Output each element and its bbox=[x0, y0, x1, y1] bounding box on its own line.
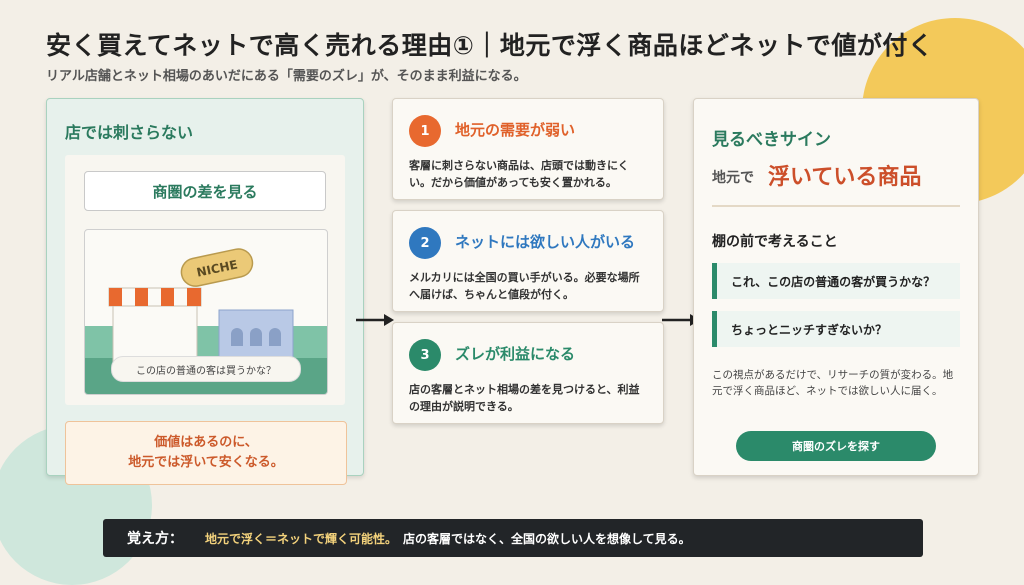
left-inner-card: 商圏の差を見る NICHE この店の普通の客は買うかな？ bbox=[65, 155, 345, 405]
left-note-line1: 価値はあるのに、 bbox=[154, 435, 258, 450]
step-number-badge: 1 bbox=[409, 115, 441, 147]
illustration-caption: この店の普通の客は買うかな？ bbox=[111, 356, 301, 382]
memory-tip-bar: 覚え方： 地元で浮く＝ネットで輝く可能性。 店の客層ではなく、全国の欲しい人を想… bbox=[103, 519, 923, 557]
left-note: 価値はあるのに、 地元では浮いて安くなる。 bbox=[65, 421, 347, 485]
step-number-badge: 3 bbox=[409, 339, 441, 371]
question-box-2: ちょっとニッチすぎないか？ bbox=[712, 311, 960, 347]
left-panel: 店では刺さらない 商圏の差を見る NICHE この店の普通の客は買うかな？ 価値… bbox=[46, 98, 364, 485]
memory-tip-text: 店の客層ではなく、全国の欲しい人を想像して見る。 bbox=[403, 531, 691, 546]
step-title: 地元の需要が弱い bbox=[455, 121, 576, 139]
right-panel: 見るべきサイン 地元で 浮いている商品 棚の前で考えること これ、この店の普通の… bbox=[693, 98, 979, 476]
step-title: ズレが利益になる bbox=[455, 345, 576, 363]
step-body: 客層に刺さらない商品は、店頭では動きにくい。だから価値があっても安く置かれる。 bbox=[409, 159, 629, 189]
divider bbox=[712, 205, 960, 207]
question-box-1: これ、この店の普通の客が買うかな？ bbox=[712, 263, 960, 299]
step-body: 店の客層とネット相場の差を見つけると、利益の理由が説明できる。 bbox=[409, 383, 640, 413]
signs-heading: 見るべきサイン bbox=[712, 130, 831, 150]
store-illustration: NICHE この店の普通の客は買うかな？ bbox=[84, 229, 328, 395]
step-card-1: 1 地元の需要が弱い 客層に刺さらない商品は、店頭では動きにくい。だから価値があ… bbox=[392, 98, 664, 200]
right-note: この視点があるだけで、リサーチの質が変わる。地元で浮く商品ほど、ネットでは欲しい… bbox=[712, 369, 954, 397]
page-subtitle: リアル店舗とネット相場のあいだにある「需要のズレ」が、そのまま利益になる。 bbox=[46, 69, 527, 84]
step-number-badge: 2 bbox=[409, 227, 441, 259]
memory-tip-highlight: 地元で浮く＝ネットで輝く可能性。 bbox=[205, 531, 398, 546]
step-card-3: 3 ズレが利益になる 店の客層とネット相場の差を見つけると、利益の理由が説明でき… bbox=[392, 322, 664, 424]
left-note-line2: 地元では浮いて安くなる。 bbox=[128, 455, 284, 470]
step-body: メルカリには全国の買い手がいる。必要な場所へ届けば、ちゃんと値段が付く。 bbox=[409, 271, 640, 301]
memory-tip-label: 覚え方： bbox=[127, 531, 183, 547]
step-title: ネットには欲しい人がいる bbox=[455, 233, 636, 251]
signs-sub-small: 地元で bbox=[712, 170, 754, 186]
find-gap-button[interactable]: 商圏のズレを探す bbox=[736, 431, 936, 461]
arrow-right-icon bbox=[356, 314, 394, 326]
think-heading: 棚の前で考えること bbox=[712, 234, 838, 250]
step-card-2: 2 ネットには欲しい人がいる メルカリには全国の買い手がいる。必要な場所へ届けば… bbox=[392, 210, 664, 312]
trade-area-badge: 商圏の差を見る bbox=[84, 171, 326, 211]
left-panel-heading: 店では刺さらない bbox=[65, 123, 194, 142]
signs-sub-big: 浮いている商品 bbox=[768, 165, 922, 190]
page-title: 安く買えてネットで高く売れる理由①｜地元で浮く商品ほどネットで値が付く bbox=[46, 31, 934, 60]
